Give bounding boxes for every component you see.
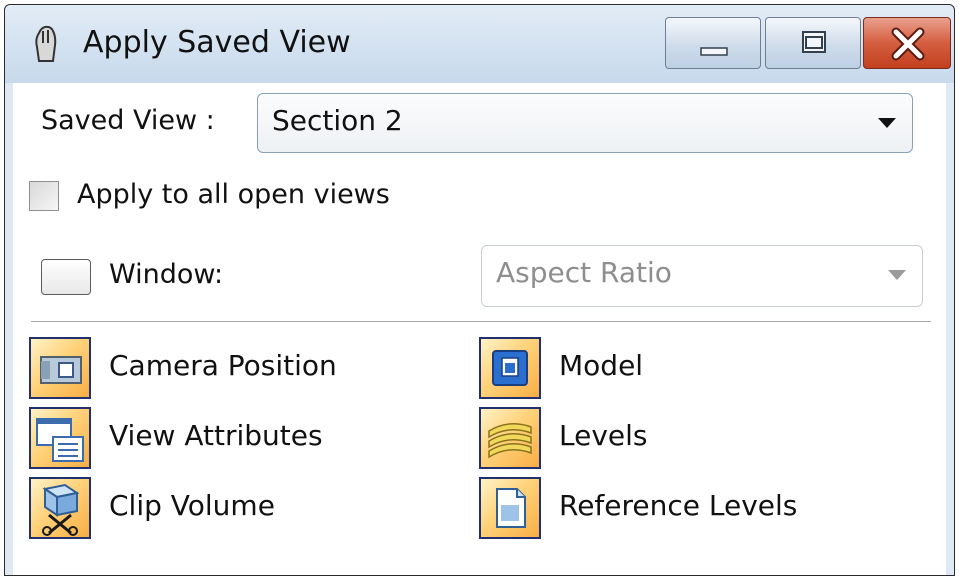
camera-icon (40, 356, 82, 384)
maximize-button[interactable] (765, 17, 861, 69)
chevron-down-icon (888, 270, 906, 280)
reference-levels-icon (496, 488, 526, 528)
camera-position-toggle[interactable] (29, 337, 91, 399)
levels-label: Levels (559, 419, 648, 452)
levels-toggle[interactable] (479, 407, 541, 469)
view-attributes-label: View Attributes (109, 419, 323, 452)
reference-levels-toggle[interactable] (479, 477, 541, 539)
clip-volume-toggle[interactable] (29, 477, 91, 539)
apply-all-label: Apply to all open views (77, 179, 390, 210)
view-attributes-icon (36, 418, 84, 462)
dialog-body: Saved View : Section 2 Apply to all open… (13, 83, 946, 575)
saved-view-label: Saved View : (41, 105, 215, 136)
chevron-down-icon (878, 118, 896, 128)
apply-all-checkbox[interactable] (29, 181, 59, 211)
model-label: Model (559, 349, 644, 382)
saved-view-select[interactable]: Section 2 (257, 93, 913, 153)
aspect-ratio-select[interactable]: Aspect Ratio (481, 245, 923, 307)
close-icon (891, 27, 925, 61)
clip-volume-label: Clip Volume (109, 489, 275, 522)
maximize-icon (802, 31, 826, 53)
camera-position-label: Camera Position (109, 349, 337, 382)
minimize-button[interactable] (665, 17, 761, 69)
close-button[interactable] (863, 17, 951, 69)
model-icon (492, 350, 528, 386)
view-attributes-toggle[interactable] (29, 407, 91, 469)
window-title: Apply Saved View (83, 25, 351, 60)
reference-levels-label: Reference Levels (559, 489, 798, 522)
model-toggle[interactable] (479, 337, 541, 399)
aspect-ratio-value: Aspect Ratio (496, 256, 672, 289)
window-label: Window: (109, 259, 224, 290)
title-bar[interactable]: Apply Saved View (5, 5, 954, 83)
clip-volume-icon (42, 483, 80, 536)
separator (31, 321, 931, 323)
apply-saved-view-dialog: Apply Saved View Saved View : Section 2 (4, 4, 955, 576)
levels-icon (488, 423, 532, 459)
minimize-icon (700, 47, 728, 56)
saved-view-value: Section 2 (272, 104, 403, 137)
window-toggle-button[interactable] (41, 259, 91, 295)
hand-icon (31, 25, 61, 63)
